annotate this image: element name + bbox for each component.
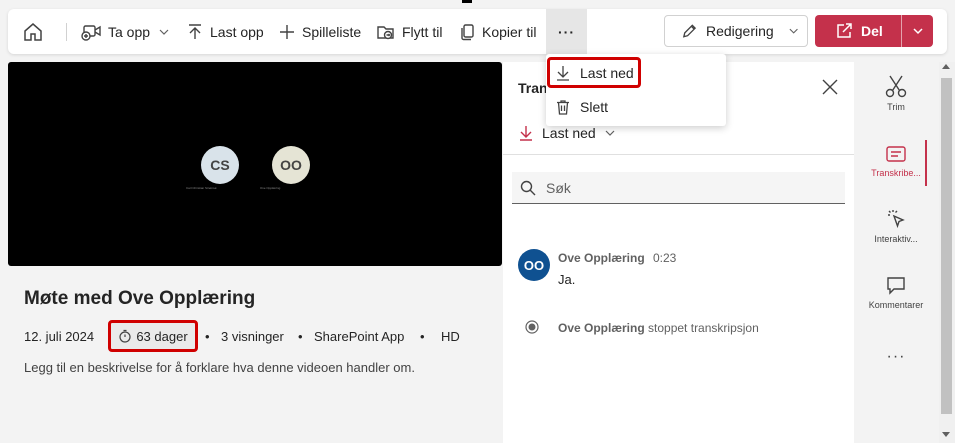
share-split-button: Del bbox=[815, 15, 933, 47]
participant-avatar: CS bbox=[201, 146, 239, 184]
more-options-button[interactable]: ··· bbox=[546, 9, 587, 54]
view-count: 3 visninger bbox=[221, 329, 284, 344]
upload-label: Last opp bbox=[210, 23, 264, 40]
search-input[interactable] bbox=[546, 179, 826, 196]
chevron-down-icon bbox=[789, 28, 798, 34]
transcript-stop-event: Ove Opplæring stoppet transkripsjon bbox=[558, 321, 759, 335]
transcript-search bbox=[512, 172, 845, 204]
meta-separator: • bbox=[420, 329, 425, 344]
toolbar-divider bbox=[66, 23, 67, 41]
highlight-box bbox=[547, 57, 641, 88]
transcript-download-button[interactable]: Last ned bbox=[518, 125, 624, 141]
share-icon bbox=[837, 23, 852, 38]
timer-icon bbox=[119, 329, 131, 343]
rail-item-interactive[interactable]: Interaktiv... bbox=[855, 208, 937, 244]
video-date: 12. juli 2024 bbox=[24, 329, 95, 344]
panel-title: Tran bbox=[518, 80, 548, 96]
rail-item-trim[interactable]: Trim bbox=[855, 74, 937, 112]
menu-item-delete[interactable]: Slett bbox=[546, 90, 726, 124]
move-to-label: Flytt til bbox=[402, 23, 443, 40]
trash-icon bbox=[557, 100, 569, 115]
home-button[interactable] bbox=[22, 9, 50, 54]
rail-active-indicator bbox=[925, 140, 927, 186]
edit-mode-label: Redigering bbox=[705, 23, 774, 39]
meta-separator: • bbox=[205, 329, 210, 344]
transcript-text[interactable]: Ja. bbox=[558, 272, 575, 287]
copy-icon bbox=[461, 23, 474, 40]
scroll-up-arrow[interactable] bbox=[942, 64, 950, 69]
speaker-avatar: OO bbox=[518, 249, 550, 281]
copy-to-button[interactable]: Kopier til bbox=[460, 9, 536, 54]
entry-timestamp[interactable]: 0:23 bbox=[653, 251, 676, 265]
video-description[interactable]: Legg til en beskrivelse for å forklare h… bbox=[24, 360, 415, 375]
ellipsis-icon: ··· bbox=[558, 23, 575, 40]
stop-event-text: stoppet transkripsjon bbox=[648, 321, 759, 335]
chevron-down-icon bbox=[159, 29, 169, 35]
transcript-download-label: Last ned bbox=[542, 125, 596, 141]
playlist-label: Spilleliste bbox=[302, 23, 362, 40]
rail-item-comments[interactable]: Kommentarer bbox=[855, 274, 937, 310]
pencil-icon bbox=[682, 24, 697, 38]
search-icon bbox=[520, 180, 536, 195]
top-toolbar: Ta opp Last opp Spilleliste Flytt til Ko… bbox=[8, 9, 947, 54]
video-source: SharePoint App bbox=[314, 329, 405, 344]
rail-label: Trim bbox=[887, 102, 905, 112]
speaker-name: Ove Opplæring bbox=[558, 251, 645, 265]
record-button[interactable]: Ta opp bbox=[80, 9, 176, 54]
video-age-badge: 63 dager bbox=[108, 320, 198, 352]
rail-label: Interaktiv... bbox=[874, 234, 918, 244]
chevron-down-icon bbox=[605, 130, 615, 136]
ellipsis-icon: ··· bbox=[886, 348, 906, 365]
home-icon bbox=[24, 22, 42, 41]
move-to-button[interactable]: Flytt til bbox=[376, 9, 442, 54]
close-panel-button[interactable] bbox=[821, 78, 839, 101]
rail-label: Transkribe... bbox=[871, 168, 921, 178]
record-label: Ta opp bbox=[108, 23, 151, 40]
rail-label: Kommentarer bbox=[868, 300, 924, 310]
video-title: Møte med Ove Opplæring bbox=[24, 288, 256, 309]
transcript-icon bbox=[886, 146, 906, 162]
rail-more-button[interactable]: ··· bbox=[855, 348, 937, 366]
close-icon bbox=[822, 79, 838, 95]
plus-icon bbox=[280, 24, 294, 39]
meta-separator: • bbox=[298, 329, 303, 344]
upload-button[interactable]: Last opp bbox=[186, 9, 264, 54]
participant-caption: Carl Christian Strømsø bbox=[186, 186, 217, 190]
upload-icon bbox=[189, 23, 201, 39]
participant-caption: Ove Opplæring bbox=[260, 186, 281, 190]
record-camera-icon bbox=[81, 24, 101, 41]
scroll-down-arrow[interactable] bbox=[942, 432, 950, 437]
copy-to-label: Kopier til bbox=[482, 23, 537, 40]
comment-icon bbox=[887, 277, 905, 295]
participant-avatar: OO bbox=[272, 146, 310, 184]
share-label: Del bbox=[861, 23, 883, 39]
stop-event-speaker: Ove Opplæring bbox=[558, 321, 645, 335]
download-icon bbox=[520, 126, 532, 141]
share-button[interactable]: Del bbox=[815, 15, 901, 47]
stop-recording-icon bbox=[525, 320, 539, 339]
playlist-button[interactable]: Spilleliste bbox=[278, 9, 361, 54]
move-folder-icon bbox=[377, 25, 394, 39]
scrollbar-thumb[interactable] bbox=[941, 78, 952, 414]
side-rail: Trim Transkribe... Interaktiv... Komment… bbox=[855, 62, 937, 443]
edit-mode-dropdown[interactable]: Redigering bbox=[664, 15, 808, 47]
window-top-mark bbox=[462, 0, 472, 3]
menu-item-label: Slett bbox=[580, 99, 609, 115]
video-quality: HD bbox=[441, 329, 460, 344]
video-age: 63 dager bbox=[136, 328, 188, 344]
share-dropdown-button[interactable] bbox=[902, 15, 933, 47]
panel-divider bbox=[503, 154, 854, 155]
video-player[interactable]: CS Carl Christian Strømsø OO Ove Opplæri… bbox=[8, 62, 502, 266]
chevron-down-icon bbox=[912, 28, 923, 35]
scissors-icon bbox=[885, 75, 907, 98]
interactive-icon bbox=[888, 210, 905, 229]
